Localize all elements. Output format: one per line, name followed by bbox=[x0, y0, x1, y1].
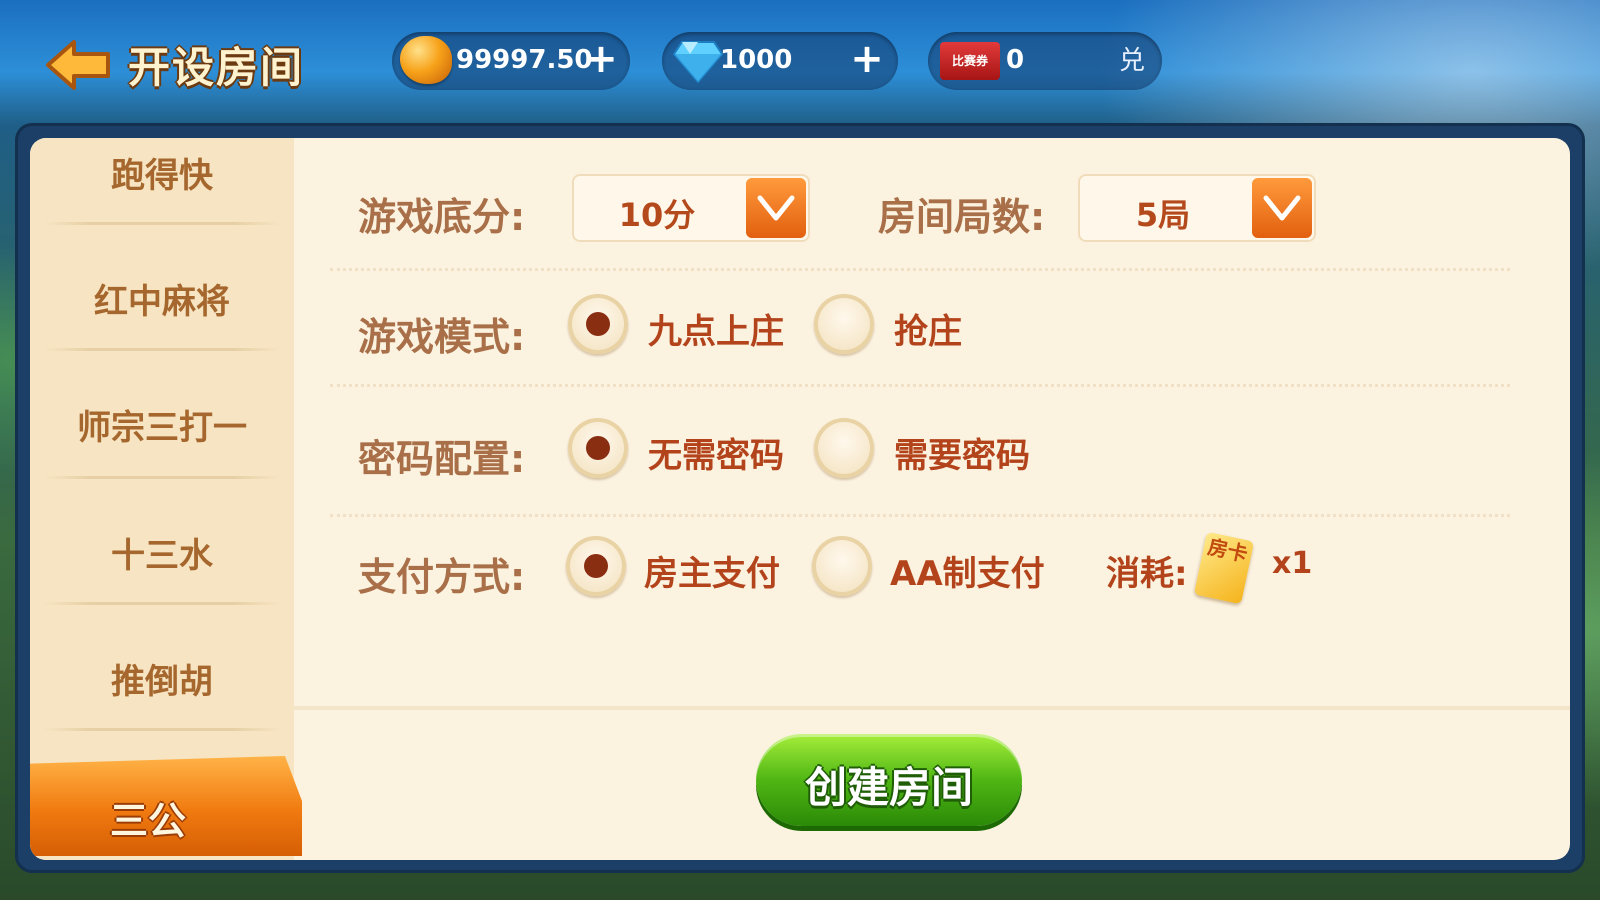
divider bbox=[294, 706, 1570, 710]
password-radio-none[interactable] bbox=[568, 418, 628, 478]
game-sidebar: 跑得快 红中麻将 师宗三打一 十三水 推倒胡 bbox=[30, 138, 294, 860]
sidebar-item-label: 跑得快 bbox=[111, 156, 213, 196]
password-option-label: 无需密码 bbox=[648, 436, 784, 476]
divider bbox=[330, 268, 1510, 271]
ticket-icon: 比赛券 bbox=[940, 42, 1000, 80]
payment-label: 支付方式: bbox=[358, 555, 526, 599]
rounds-dropdown[interactable]: 5局 bbox=[1078, 174, 1316, 242]
divider bbox=[44, 222, 280, 225]
password-label: 密码配置: bbox=[358, 437, 526, 481]
payment-option-label: 房主支付 bbox=[644, 554, 780, 594]
chevron-down-icon bbox=[746, 178, 806, 238]
plus-icon: + bbox=[850, 36, 884, 82]
create-room-button[interactable]: 创建房间 bbox=[756, 734, 1022, 826]
plus-icon: + bbox=[584, 36, 618, 82]
password-option-label: 需要密码 bbox=[894, 436, 1030, 476]
divider bbox=[330, 384, 1510, 387]
sidebar-item-label: 师宗三打一 bbox=[77, 408, 247, 448]
divider bbox=[44, 348, 280, 351]
sidebar-item-shisanshui[interactable]: 十三水 bbox=[30, 528, 294, 654]
exchange-button[interactable]: 兑 bbox=[1114, 44, 1150, 80]
coin-icon bbox=[400, 36, 452, 84]
password-radio-required[interactable] bbox=[814, 418, 874, 478]
mode-option-label: 抢庄 bbox=[894, 312, 962, 352]
sidebar-item-hongzhong-mahjong[interactable]: 红中麻将 bbox=[30, 274, 294, 400]
sidebar-item-label: 红中麻将 bbox=[94, 282, 230, 322]
radio-selected-dot bbox=[586, 312, 610, 336]
sidebar-item-label: 推倒胡 bbox=[111, 662, 213, 702]
sidebar-item-paodekuai[interactable]: 跑得快 bbox=[30, 148, 294, 274]
tickets-value: 0 bbox=[1006, 45, 1025, 75]
sidebar-item-shizong-sandayi[interactable]: 师宗三打一 bbox=[30, 400, 294, 526]
chevron-down-icon bbox=[1252, 178, 1312, 238]
payment-option-label: AA制支付 bbox=[890, 554, 1045, 594]
add-coins-button[interactable]: + bbox=[580, 39, 622, 82]
create-room-button-label: 创建房间 bbox=[804, 763, 973, 812]
sidebar-item-sangong-active[interactable]: 三公 bbox=[30, 756, 302, 856]
tickets-pill: 比赛券 0 兑 bbox=[928, 32, 1162, 90]
rounds-label: 房间局数: bbox=[878, 195, 1046, 239]
divider bbox=[330, 514, 1510, 517]
back-arrow-icon bbox=[46, 40, 110, 90]
radio-selected-dot bbox=[586, 436, 610, 460]
mode-label: 游戏模式: bbox=[358, 315, 526, 359]
payment-radio-aa[interactable] bbox=[812, 536, 872, 596]
diamonds-pill: 1000 + bbox=[662, 32, 898, 90]
add-diamonds-button[interactable]: + bbox=[846, 39, 888, 82]
sidebar-item-label: 十三水 bbox=[111, 536, 213, 576]
coins-value: 99997.50 bbox=[456, 45, 593, 75]
page-title: 开设房间 bbox=[128, 43, 305, 92]
mode-radio-jiudian[interactable] bbox=[568, 294, 628, 354]
room-card-icon: 房卡 bbox=[1193, 531, 1255, 605]
divider bbox=[44, 602, 280, 605]
radio-selected-dot bbox=[584, 554, 608, 578]
mode-option-label: 九点上庄 bbox=[648, 312, 784, 352]
diamond-icon bbox=[672, 41, 724, 84]
back-button[interactable] bbox=[44, 38, 114, 92]
payment-radio-owner[interactable] bbox=[566, 536, 626, 596]
cost-label: 消耗: bbox=[1106, 554, 1188, 594]
mode-radio-qiangzhuang[interactable] bbox=[814, 294, 874, 354]
cost-value: x1 bbox=[1272, 546, 1313, 581]
divider bbox=[44, 728, 280, 731]
base-score-label: 游戏底分: bbox=[358, 195, 526, 239]
rounds-value: 5局 bbox=[1135, 196, 1191, 234]
sidebar-item-label: 三公 bbox=[109, 799, 186, 843]
base-score-value: 10分 bbox=[618, 196, 696, 234]
top-bar: 开设房间 99997.50 + 1000 + 比赛券 0 兑 bbox=[0, 0, 1600, 120]
diamonds-value: 1000 bbox=[720, 45, 793, 75]
base-score-dropdown[interactable]: 10分 bbox=[572, 174, 810, 242]
coins-pill: 99997.50 + bbox=[392, 32, 630, 90]
divider bbox=[44, 476, 280, 479]
